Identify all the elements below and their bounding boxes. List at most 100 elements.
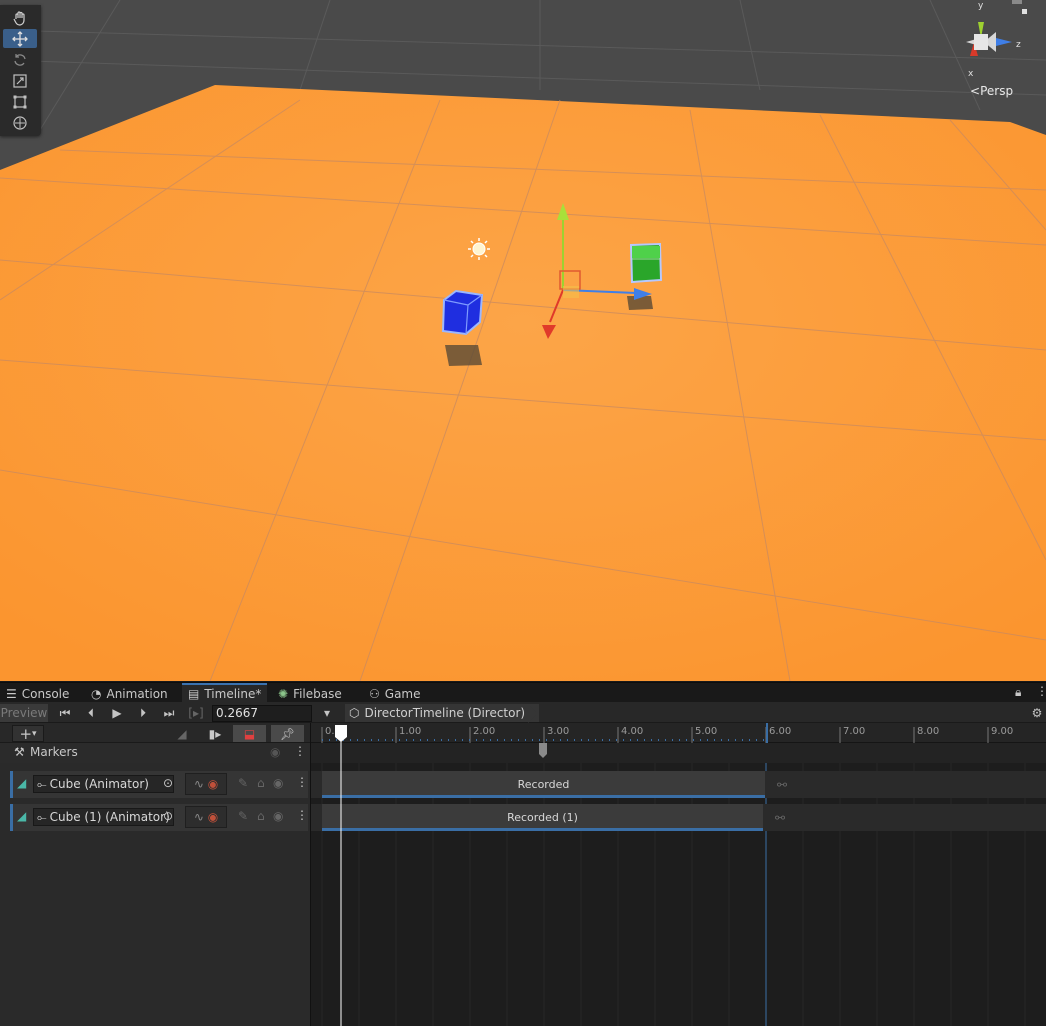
range-button[interactable]: [▸] [185, 704, 207, 722]
eye-icon[interactable]: ◉ [273, 776, 283, 790]
pin-icon[interactable]: ✎ [238, 776, 248, 790]
tab-console[interactable]: ☰ Console [0, 685, 75, 703]
projection-text: Persp [980, 84, 1014, 98]
record-icon[interactable]: ◉ [208, 810, 218, 824]
lock-icon[interactable]: ⌂ [257, 809, 265, 823]
move-tool-button[interactable] [3, 29, 37, 48]
object-picker-icon[interactable]: ⊙ [163, 776, 173, 790]
record-key-icon: ⬓ [243, 726, 256, 741]
snap-icon: ◢ [177, 726, 187, 741]
animator-icon: ⟜ [37, 776, 47, 791]
animation-clip[interactable]: Recorded [322, 771, 765, 798]
tab-timeline[interactable]: ▤ Timeline* [182, 683, 268, 703]
record-mode-button[interactable]: ⬓ [233, 725, 266, 742]
prev-frame-button[interactable]: ⏴︎ [79, 704, 103, 722]
eye-icon[interactable]: ◉ [270, 745, 280, 759]
tab-animation[interactable]: ◔ Animation [85, 685, 174, 703]
pin-icon[interactable]: ✎ [238, 809, 248, 823]
clip-label: Recorded [517, 778, 570, 791]
lock-icon[interactable]: 🔒︎ [1015, 685, 1021, 700]
goto-end-button[interactable]: ⏭︎ [157, 704, 181, 722]
dropdown-arrow-icon: ▾ [32, 728, 37, 739]
ripple-button[interactable]: ▮▸ [204, 725, 226, 742]
breadcrumb[interactable]: ⬡ DirectorTimeline (Director) [345, 704, 540, 722]
marker-icon: ⚒ [14, 745, 25, 759]
add-track-button[interactable]: + ▾ [12, 725, 44, 743]
move-icon [12, 30, 28, 47]
time-field[interactable]: 0.2667 [212, 705, 312, 722]
hand-icon [13, 10, 25, 26]
pin-icon: 📌︎ [279, 726, 296, 741]
game-icon: ⚇ [369, 687, 380, 701]
scene-view[interactable]: y z x <Persp [0, 0, 1046, 681]
hand-tool-button[interactable] [3, 8, 37, 27]
tab-timeline-label: Timeline* [204, 687, 262, 701]
track-menu-icon[interactable]: ⋮ [296, 808, 308, 822]
track-name: Cube (1) (Animator) [49, 810, 170, 824]
pin-button[interactable]: 📌︎ [271, 725, 304, 742]
gameobject-icon: ⬡ [349, 706, 360, 720]
animation-track-icon: ◢ [17, 776, 27, 790]
tab-filebase-label: Filebase [293, 687, 342, 701]
ruler-label: 4.00 [621, 726, 644, 737]
track-header-panel: + ▾ ◢ ▮▸ ⬓ 📌︎ ⚒ Markers ◉ ⋮ ◢ ⟜ Cube (Anim… [0, 723, 310, 1026]
timeline-grid [321, 763, 1026, 1026]
ground-plane [0, 85, 1046, 681]
timeline-area[interactable]: 0. 1.00 2.00 3.00 4.00 5.00 6.00 7.00 8.… [310, 723, 1046, 1026]
transform-tool-button[interactable] [3, 113, 37, 132]
scale-tool-button[interactable] [3, 71, 37, 90]
lock-icon[interactable]: ⌂ [257, 776, 265, 790]
panel-tab-bar: ☰ Console ◔ Animation ▤ Timeline* ✺ Filebase… [0, 682, 1046, 703]
preview-label: Preview [0, 706, 48, 720]
ruler-label: 8.00 [917, 726, 940, 737]
ruler-label: 7.00 [843, 726, 866, 737]
record-group: ∿ ◉ [185, 773, 227, 795]
curves-icon[interactable]: ∿ [194, 810, 204, 824]
infinite-clip-icon[interactable]: ⚯ [775, 811, 785, 825]
tool-palette [0, 5, 41, 136]
ripple-icon: ▮▸ [208, 726, 222, 741]
track-row[interactable]: ◢ ⟜ Cube (Animator) ⊙ ∿ ◉ ✎ ⌂ ◉ ⋮ [10, 771, 308, 798]
rotate-tool-button[interactable] [3, 50, 37, 69]
time-ruler[interactable]: 0. 1.00 2.00 3.00 4.00 5.00 6.00 7.00 8.… [311, 723, 1046, 743]
track-binding-field[interactable]: ⟜ Cube (Animator) [33, 775, 174, 793]
next-frame-button[interactable]: ⏵︎ [131, 704, 155, 722]
animation-track-icon: ◢ [17, 809, 27, 823]
time-format-dropdown[interactable]: ▾ [318, 704, 336, 722]
play-icon: ▶︎ [112, 706, 122, 720]
ruler-label: 5.00 [695, 726, 718, 737]
breadcrumb-label: DirectorTimeline (Director) [364, 706, 526, 720]
object-picker-icon[interactable]: ⊙ [163, 809, 173, 823]
gizmo-z-label: z [1016, 40, 1021, 50]
kebab-menu-icon[interactable]: ⋮ [1036, 684, 1046, 698]
curves-icon[interactable]: ∿ [194, 777, 204, 791]
preview-button[interactable]: Preview [0, 704, 48, 722]
marker-icon[interactable] [537, 743, 549, 759]
projection-label[interactable]: <Persp [970, 84, 1013, 98]
tab-game[interactable]: ⚇ Game [363, 685, 427, 703]
rect-tool-button[interactable] [3, 92, 37, 111]
snap-button[interactable]: ◢ [172, 725, 192, 742]
skip-end-icon: ⏭︎ [163, 705, 175, 720]
track-row[interactable]: ◢ ⟜ Cube (1) (Animator) ⊙ ∿ ◉ ✎ ⌂ ◉ ⋮ [10, 804, 308, 831]
rotate-icon [14, 53, 26, 66]
infinite-clip-icon[interactable]: ⚯ [777, 778, 787, 792]
markers-lane[interactable] [311, 743, 1046, 763]
goto-start-button[interactable]: ⏮︎ [53, 704, 77, 722]
track-binding-field[interactable]: ⟜ Cube (1) (Animator) [33, 808, 174, 826]
markers-menu-icon[interactable]: ⋮ [294, 744, 306, 758]
track-menu-icon[interactable]: ⋮ [296, 775, 308, 789]
animation-clip[interactable]: Recorded (1) [322, 804, 763, 831]
gear-icon: ⚙ [1031, 706, 1043, 720]
play-button[interactable]: ▶︎ [105, 704, 129, 722]
animation-icon: ◔ [91, 687, 102, 701]
playhead[interactable] [334, 723, 348, 1026]
eye-icon[interactable]: ◉ [273, 809, 283, 823]
record-icon[interactable]: ◉ [208, 777, 218, 791]
filebase-icon: ✺ [278, 687, 289, 701]
tab-filebase[interactable]: ✺ Filebase [272, 685, 348, 703]
settings-button[interactable]: ⚙ [1028, 704, 1046, 722]
animator-icon: ⟜ [37, 809, 47, 824]
skip-start-icon: ⏮︎ [59, 705, 71, 720]
scale-icon [13, 73, 27, 88]
